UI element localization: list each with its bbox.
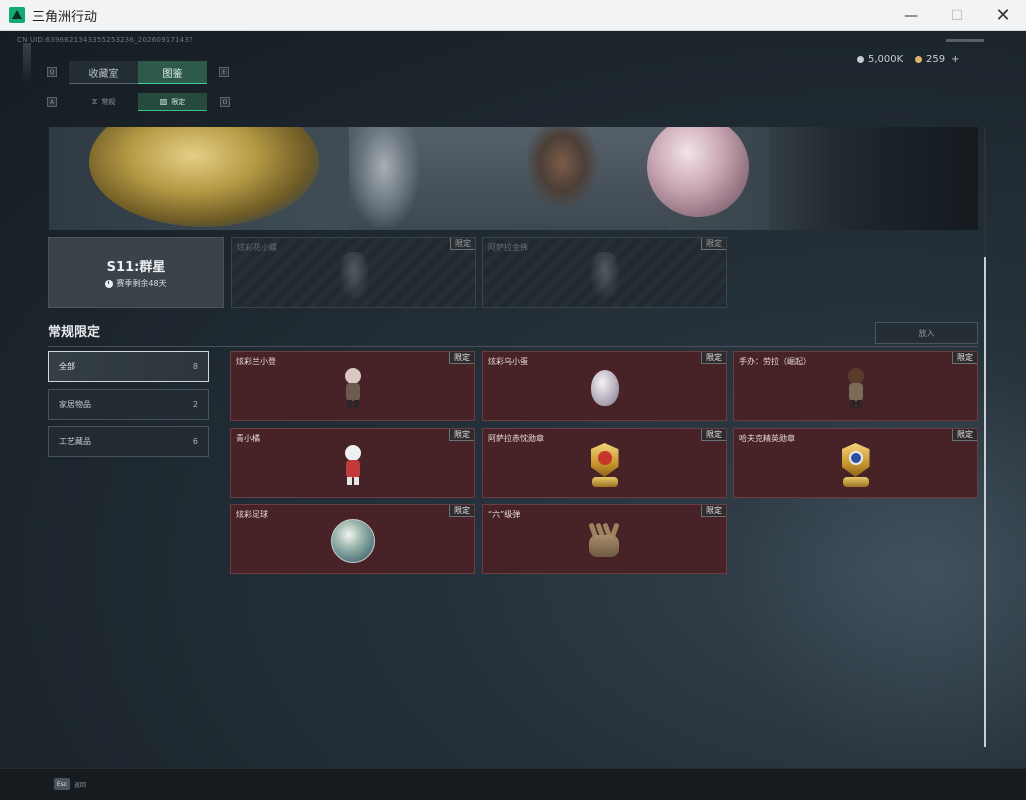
filter-count: 6 [192, 437, 198, 446]
limited-tag: 限定 [701, 505, 726, 517]
limited-tag: 限定 [952, 352, 977, 364]
item-name: 阿萨拉赤忱勋章 [488, 434, 544, 443]
section-divider [48, 346, 978, 347]
collection-item[interactable]: 哈夫克精英勋章 限定 [733, 428, 978, 498]
gold-coin-icon [915, 55, 922, 63]
item-name: 炫彩乌小蛋 [488, 357, 528, 366]
collection-item[interactable]: 炫彩乌小蛋 限定 [482, 351, 727, 421]
scrollbar-thumb[interactable] [984, 257, 986, 747]
season-banner-image [49, 127, 978, 230]
locked-item-name: 阿萨拉金佛 [488, 243, 528, 252]
hourglass-icon: ⧖ [91, 97, 98, 106]
limited-tag: 限定 [449, 352, 474, 364]
egg-icon [581, 362, 629, 414]
item-name: 炫彩足球 [236, 510, 268, 519]
filter-count: 2 [192, 400, 198, 409]
subtab-limited[interactable]: ▧ 限定 [138, 93, 207, 111]
footer-bar: Esc 返回 [0, 768, 1026, 800]
limited-icon: ▧ [159, 97, 168, 106]
locked-item-name: 炫彩花小螺 [237, 243, 277, 252]
red-medal-icon [581, 439, 629, 491]
uid-text: CN UID:6396621343355253236_20260917143? [17, 36, 193, 44]
banner-golden-turtle [89, 127, 319, 227]
back-label[interactable]: 返回 [74, 780, 86, 789]
locked-item-card[interactable]: 炫彩花小螺 限定 [231, 237, 476, 308]
silver-currency: 5,000K [857, 50, 903, 68]
esc-key-hint[interactable]: Esc [54, 778, 70, 790]
maximize-button[interactable]: ☐ [934, 0, 980, 31]
item-name: “六”级弹 [488, 510, 521, 519]
add-gold-icon[interactable]: + [951, 54, 959, 65]
filter-label: 工艺藏品 [59, 437, 91, 446]
locked-item-silhouette-icon [339, 252, 368, 298]
filter-count: 8 [192, 362, 198, 371]
limited-tag: 限定 [449, 429, 474, 441]
season-remaining-text: 赛季剩余48天 [116, 279, 167, 288]
put-in-button[interactable]: 放入 [875, 322, 978, 344]
limited-tag: 限定 [701, 238, 726, 250]
season-card[interactable]: S11:群星 赛季剩余48天 [48, 237, 224, 308]
subtab-regular[interactable]: ⧖ 常规 [69, 93, 138, 111]
football-icon [329, 515, 377, 567]
subtab-limited-label: 限定 [171, 97, 186, 106]
silver-coin-icon [857, 55, 864, 63]
blue-medal-icon [832, 439, 880, 491]
collection-item[interactable]: 阿萨拉赤忱勋章 限定 [482, 428, 727, 498]
season-title: S11:群星 [106, 260, 166, 275]
gauntlet-icon [581, 515, 629, 567]
tab-prev-key-hint: Q [47, 67, 57, 77]
subtab-next-key-hint: D [220, 97, 230, 107]
limited-tag: 限定 [701, 352, 726, 364]
app-logo-icon [9, 7, 25, 23]
figure-icon [329, 439, 377, 491]
season-remaining: 赛季剩余48天 [105, 278, 167, 289]
gold-amount: 259 [926, 53, 946, 65]
collection-item[interactable]: 手办：劳拉（崛起） 限定 [733, 351, 978, 421]
collection-screen: CN UID:6396621343355253236_20260917143? … [0, 31, 1026, 800]
item-name: 炫彩兰小登 [236, 357, 276, 366]
banner-shadow [769, 127, 978, 230]
filter-home-items[interactable]: 家居物品 2 [48, 389, 209, 420]
collection-item[interactable]: 青小橘 限定 [230, 428, 475, 498]
banner-second-figure [527, 127, 597, 207]
minimize-button[interactable]: — [888, 0, 934, 31]
limited-tag: 限定 [701, 429, 726, 441]
window-title: 三角洲行动 [32, 9, 98, 25]
banner-egg [647, 127, 749, 217]
section-title: 常规限定 [48, 325, 101, 340]
doll-icon [329, 362, 377, 414]
filter-all[interactable]: 全部 8 [48, 351, 209, 382]
limited-tag: 限定 [450, 238, 475, 250]
top-right-indicator [946, 39, 984, 42]
edge-decoration [23, 43, 31, 83]
collection-item[interactable]: “六”级弹 限定 [482, 504, 727, 574]
clock-icon [105, 279, 114, 288]
gold-currency[interactable]: 259 + [915, 50, 959, 68]
collection-item[interactable]: 炫彩兰小登 限定 [230, 351, 475, 421]
banner-robot-figure [349, 127, 419, 227]
figure-icon [832, 362, 880, 414]
tab-codex[interactable]: 图鉴 [138, 61, 207, 84]
subtab-regular-label: 常规 [101, 98, 116, 106]
item-name: 手办：劳拉（崛起） [739, 357, 811, 366]
item-name: 青小橘 [236, 434, 260, 443]
locked-item-card[interactable]: 阿萨拉金佛 限定 [482, 237, 727, 308]
limited-tag: 限定 [952, 429, 977, 441]
collection-item[interactable]: 炫彩足球 限定 [230, 504, 475, 574]
limited-tag: 限定 [449, 505, 474, 517]
subtab-prev-key-hint: A [47, 97, 57, 107]
filter-label: 家居物品 [59, 400, 91, 409]
close-button[interactable]: ✕ [980, 0, 1026, 31]
tab-collection-room[interactable]: 收藏室 [69, 61, 138, 84]
item-name: 哈夫克精英勋章 [739, 434, 795, 443]
filter-craft-items[interactable]: 工艺藏品 6 [48, 426, 209, 457]
locked-item-silhouette-icon [590, 252, 619, 298]
tab-next-key-hint: E [219, 67, 229, 77]
filter-label: 全部 [59, 362, 75, 371]
window-titlebar: 三角洲行动 — ☐ ✕ [0, 0, 1026, 31]
silver-amount: 5,000K [868, 53, 904, 65]
